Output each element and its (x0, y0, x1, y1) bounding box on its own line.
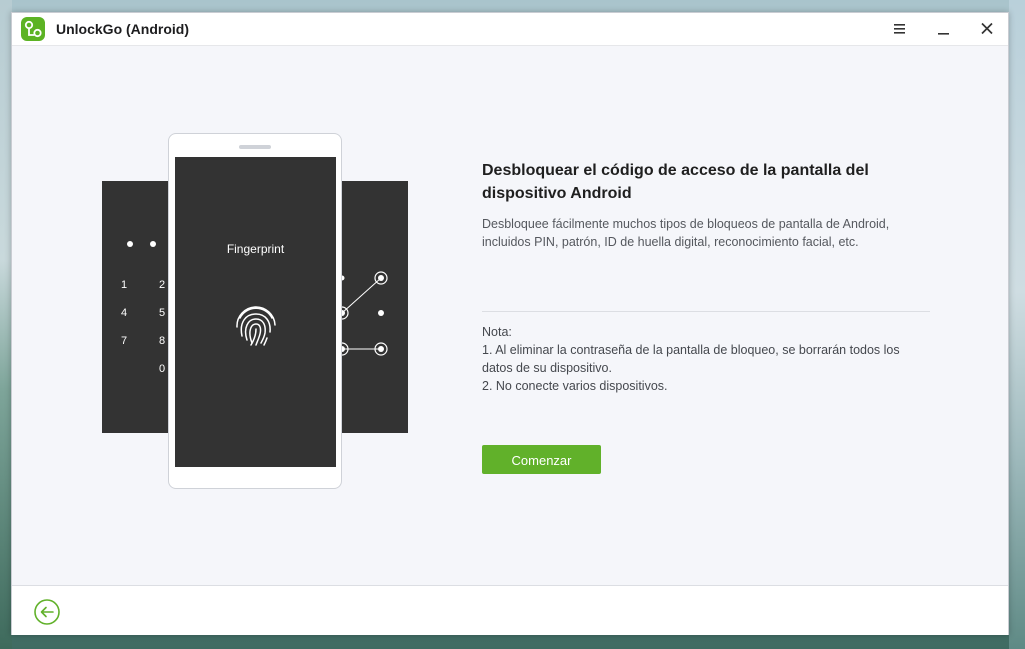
description-text: Desbloquee fácilmente muchos tipos de bl… (482, 217, 890, 249)
note-item-2: 2. No conecte varios dispositivos. (482, 379, 668, 393)
fingerprint-icon (236, 306, 276, 346)
pin-digit: 0 (159, 363, 166, 375)
page-title: Desbloquear el código de acceso de la pa… (482, 162, 869, 202)
note-title: Nota: (482, 325, 512, 339)
app-window: UnlockGo (Android) 1 2 4 5 7 8 0 Fingerp… (11, 12, 1009, 635)
title-bar: UnlockGo (Android) (12, 13, 1008, 46)
phone-screen: Fingerprint (175, 157, 336, 467)
footer-bar (12, 585, 1008, 635)
pin-digit: 1 (121, 279, 128, 291)
pin-digit: 8 (159, 335, 166, 347)
minimize-icon[interactable] (930, 17, 956, 41)
arrow-left-circle-icon[interactable] (34, 599, 60, 625)
pattern-lock-panel (335, 181, 408, 433)
pin-digit: 2 (159, 279, 166, 291)
close-icon[interactable] (974, 17, 1000, 41)
menu-icon[interactable] (886, 17, 912, 41)
pin-digit: 7 (121, 335, 128, 347)
pattern-lock-icon (335, 271, 388, 356)
main-content: Desbloquear el código de acceso de la pa… (482, 159, 932, 251)
pin-digit: 5 (159, 307, 166, 319)
note-item-1: 1. Al eliminar la contraseña de la panta… (482, 343, 900, 375)
pin-digit: 4 (121, 307, 128, 319)
unlockgo-logo-icon (21, 17, 45, 41)
pin-lock-panel: 1 2 4 5 7 8 0 (102, 181, 172, 433)
pin-dot (127, 241, 133, 247)
pin-dot (150, 241, 156, 247)
divider (482, 311, 930, 312)
phone-illustration: 1 2 4 5 7 8 0 Fingerprint (102, 131, 412, 493)
start-button[interactable]: Comenzar (482, 445, 601, 474)
note-section: Nota: 1. Al eliminar la contraseña de la… (482, 323, 932, 395)
app-title: UnlockGo (Android) (56, 21, 189, 37)
phone-speaker (239, 145, 271, 149)
fingerprint-label: Fingerprint (226, 242, 285, 256)
phone-frame: Fingerprint (168, 133, 342, 489)
desktop-background-right (1009, 0, 1025, 649)
